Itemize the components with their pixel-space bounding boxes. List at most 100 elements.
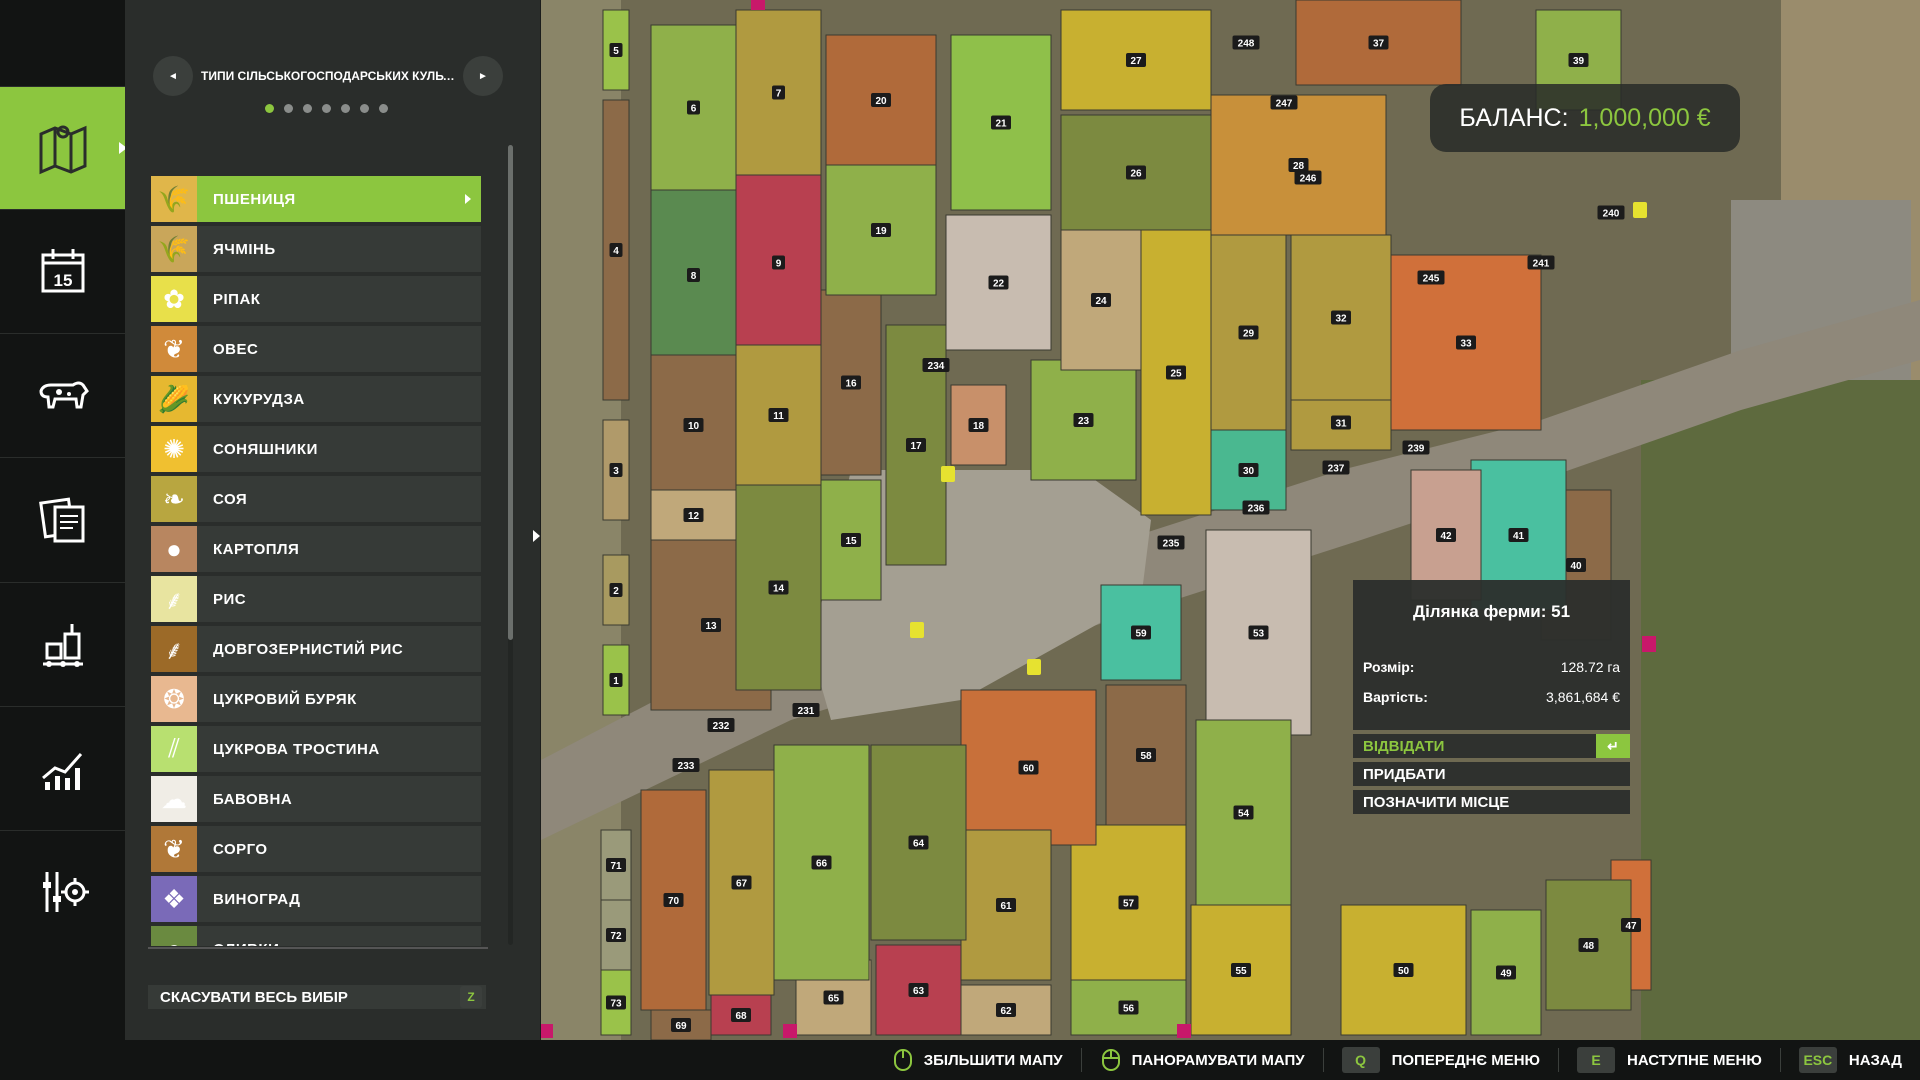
field-number-label: 1: [613, 676, 619, 687]
crop-item-label: ЯЧМІНЬ: [213, 240, 276, 258]
field-number-label: 241: [1533, 259, 1550, 270]
crop-item-grapes[interactable]: ❖ ВИНОГРАД: [151, 876, 481, 922]
map-sell-point-marker[interactable]: [783, 1024, 797, 1038]
map-sell-point-marker[interactable]: [751, 0, 765, 10]
page-dot[interactable]: [265, 104, 274, 113]
balance-label: БАЛАНС:: [1459, 103, 1569, 132]
crop-item-cotton[interactable]: ☁ БАВОВНА: [151, 776, 481, 822]
hint-pan-map[interactable]: ПАНОРАМУВАТИ МАПУ: [1100, 1047, 1305, 1073]
map-poi-marker[interactable]: [941, 466, 955, 482]
crop-item-sunflower[interactable]: ✺ СОНЯШНИКИ: [151, 426, 481, 472]
field-number-label: 247: [1276, 99, 1293, 110]
field-number-label: 15: [845, 536, 857, 547]
field-number-label: 31: [1335, 419, 1347, 430]
rail-settings-button[interactable]: [0, 830, 125, 953]
hint-zoom-map[interactable]: ЗБІЛЬШИТИ МАПУ: [892, 1047, 1063, 1073]
crop-item-barley[interactable]: 🌾 ЯЧМІНЬ: [151, 226, 481, 272]
field-number-label: 246: [1300, 174, 1317, 185]
field-number-label: 54: [1238, 809, 1250, 820]
page-dot[interactable]: [341, 104, 350, 113]
field-number-label: 237: [1328, 464, 1345, 475]
hint-separator: [1558, 1048, 1560, 1072]
crop-item-oat[interactable]: ❦ ОВЕС: [151, 326, 481, 372]
page-dot[interactable]: [379, 104, 388, 113]
map-sell-point-marker[interactable]: [1642, 636, 1656, 652]
crop-item-potato[interactable]: ● КАРТОПЛЯ: [151, 526, 481, 572]
rail-calendar-button[interactable]: 15: [0, 209, 125, 332]
hint-next-menu[interactable]: E НАСТУПНЕ МЕНЮ: [1577, 1047, 1762, 1073]
page-dot[interactable]: [360, 104, 369, 113]
field-number-label: 48: [1583, 941, 1595, 952]
previous-page-button[interactable]: ◄: [153, 56, 193, 96]
crop-item-rice[interactable]: ⸙ РИС: [151, 576, 481, 622]
crop-item-corn[interactable]: 🌽 КУКУРУДЗА: [151, 376, 481, 422]
crop-item-sugarcane[interactable]: ⫽ ЦУКРОВА ТРОСТИНА: [151, 726, 481, 772]
map-sell-point-marker[interactable]: [1177, 1024, 1191, 1038]
collapse-panel-arrow-icon[interactable]: [533, 530, 540, 542]
rail-contracts-button[interactable]: [0, 457, 125, 580]
clear-all-selection-button[interactable]: СКАСУВАТИ ВЕСЬ ВИБІР Z: [148, 985, 486, 1009]
crop-item-label: РИС: [213, 590, 247, 608]
sugarcane-icon: ⫽: [151, 726, 197, 772]
field-number-label: 50: [1398, 966, 1410, 977]
field-number-label: 63: [913, 986, 925, 997]
hint-previous-menu[interactable]: Q ПОПЕРЕДНЄ МЕНЮ: [1341, 1047, 1540, 1073]
page-dot[interactable]: [322, 104, 331, 113]
hint-back[interactable]: ESC НАЗАД: [1798, 1047, 1902, 1073]
farm-map[interactable]: 1 2 3 4 5 6 7 8 9 10 11 12 13 14 15 16 17 18 19 20 21 22 23 24 2…: [541, 0, 1920, 1040]
next-page-button[interactable]: ►: [463, 56, 503, 96]
crop-item-wheat[interactable]: 🌾 ПШЕНИЦЯ: [151, 176, 481, 222]
field-number-label: 60: [1023, 764, 1035, 775]
field-number-label: 27: [1130, 56, 1142, 67]
hint-separator: [1322, 1048, 1324, 1072]
field-number-label: 25: [1170, 369, 1182, 380]
crop-list-scrollbar[interactable]: [508, 145, 513, 640]
map-poi-marker[interactable]: [1027, 659, 1041, 675]
field-number-label: 236: [1248, 504, 1265, 515]
hint-zoom-label: ЗБІЛЬШИТИ МАПУ: [923, 1051, 1063, 1069]
map-poi-marker[interactable]: [1633, 202, 1647, 218]
crop-item-label: РІПАК: [213, 290, 261, 308]
crop-list: 🌾 ПШЕНИЦЯ 🌾 ЯЧМІНЬ ✿ РІПАК ❦ ОВЕС 🌽 КУКУРУДЗА ✺ СОН…: [151, 176, 481, 946]
crop-item-canola[interactable]: ✿ РІПАК: [151, 276, 481, 322]
field-number-label: 4: [613, 246, 619, 257]
field-number-label: 6: [691, 104, 697, 115]
balance-value: 1,000,000 €: [1578, 103, 1711, 132]
crop-item-sorghum[interactable]: ❦ СОРГО: [151, 826, 481, 872]
rail-animals-button[interactable]: [0, 333, 125, 456]
farmland-popup-title: Ділянка ферми: 51: [1353, 580, 1630, 644]
map-canvas[interactable]: 1234567891011121314151617181920212223242…: [541, 0, 1920, 1040]
crop-item-sugar-beet[interactable]: ❂ ЦУКРОВИЙ БУРЯК: [151, 676, 481, 722]
clear-key-badge: Z: [460, 986, 482, 1008]
field-number-label: 69: [675, 1021, 687, 1032]
page-dot[interactable]: [303, 104, 312, 113]
field-number-label: 11: [773, 411, 784, 422]
buy-button[interactable]: ПРИДБАТИ: [1353, 762, 1630, 786]
page-dot[interactable]: [284, 104, 293, 113]
production-icon: [42, 624, 83, 667]
grapes-icon: ❖: [151, 876, 197, 922]
map-poi-marker[interactable]: [910, 622, 924, 638]
visit-button[interactable]: ВІДВІДАТИ ↵: [1353, 734, 1630, 758]
rail-map-button[interactable]: [0, 86, 127, 209]
crop-item-long-grain-rice[interactable]: ⸙ ДОВГОЗЕРНИСТИЙ РИС: [151, 626, 481, 672]
rail-statistics-button[interactable]: [0, 706, 125, 829]
crop-item-label: СОЯ: [213, 490, 248, 508]
field-number-label: 18: [973, 421, 985, 432]
main-menu-rail: 15: [0, 0, 127, 1040]
crop-item-label: ОЛИВКИ: [213, 941, 279, 947]
crop-item-soybean[interactable]: ❧ СОЯ: [151, 476, 481, 522]
mouse-drag-icon: [1101, 1049, 1120, 1071]
field-number-label: 58: [1140, 751, 1152, 762]
map-sell-point-marker[interactable]: [541, 1024, 553, 1038]
olives-icon: ●: [151, 926, 197, 946]
rail-production-button[interactable]: [0, 582, 125, 705]
crop-item-olives[interactable]: ● ОЛИВКИ: [151, 926, 481, 946]
crop-types-panel: ◄ ТИПИ СІЛЬСЬКОГОСПОДАРСЬКИХ КУЛЬТУ... ►…: [125, 0, 540, 1040]
field-number-label: 8: [691, 271, 697, 282]
field-number-label: 24: [1095, 296, 1107, 307]
farmland-popup-details: Розмір: 128.72 га Вартість: 3,861,684 €: [1353, 644, 1630, 730]
tag-place-button[interactable]: ПОЗНАЧИТИ МІСЦЕ: [1353, 790, 1630, 814]
visit-enter-icon: ↵: [1596, 734, 1630, 758]
soybean-icon: ❧: [151, 476, 197, 522]
